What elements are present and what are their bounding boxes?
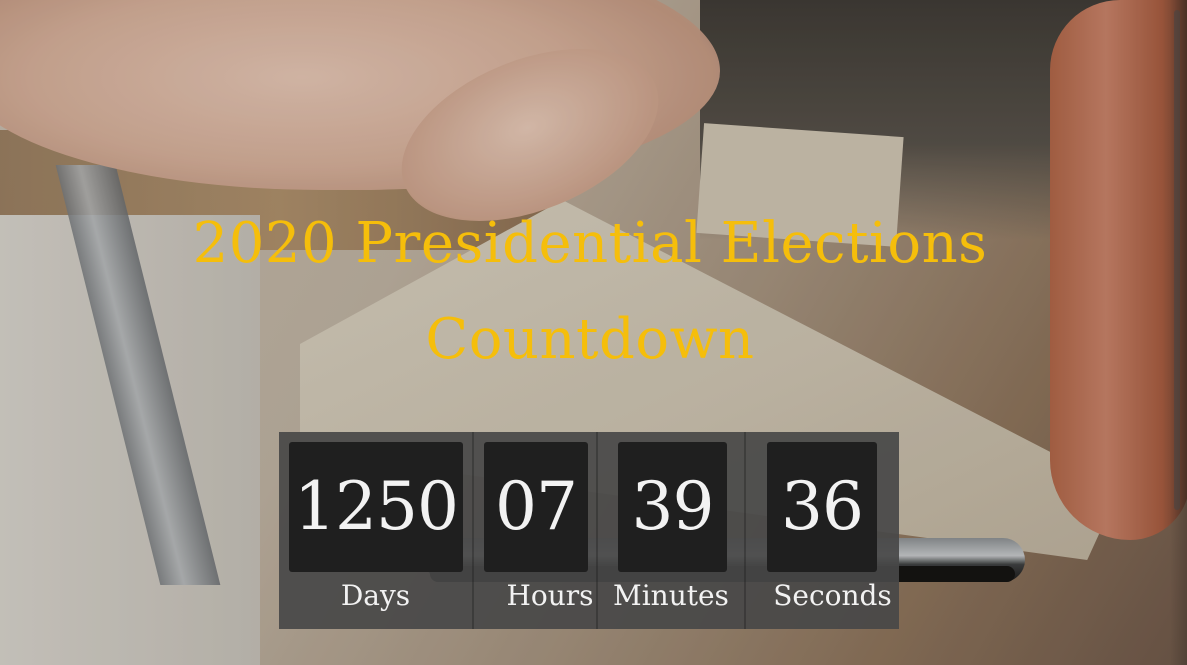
- hours-value: 07: [484, 442, 588, 572]
- countdown-minutes: 39 Minutes: [598, 432, 746, 629]
- days-label: Days: [340, 579, 411, 612]
- page-title: 2020 Presidential Elections Countdown: [0, 196, 1180, 388]
- countdown-hours: 07 Hours: [474, 432, 598, 629]
- seconds-label: Seconds: [773, 579, 892, 612]
- title-line-1: 2020 Presidential Elections: [192, 211, 988, 276]
- title-line-2: Countdown: [425, 307, 755, 372]
- seconds-value: 36: [767, 442, 877, 572]
- countdown-timer: 1250 Days 07 Hours 39 Minutes 36 Seconds: [279, 432, 899, 629]
- days-value: 1250: [289, 442, 463, 572]
- countdown-seconds: 36 Seconds: [746, 432, 899, 629]
- hours-label: Hours: [506, 579, 594, 612]
- minutes-label: Minutes: [613, 579, 729, 612]
- countdown-days: 1250 Days: [279, 432, 474, 629]
- minutes-value: 39: [618, 442, 727, 572]
